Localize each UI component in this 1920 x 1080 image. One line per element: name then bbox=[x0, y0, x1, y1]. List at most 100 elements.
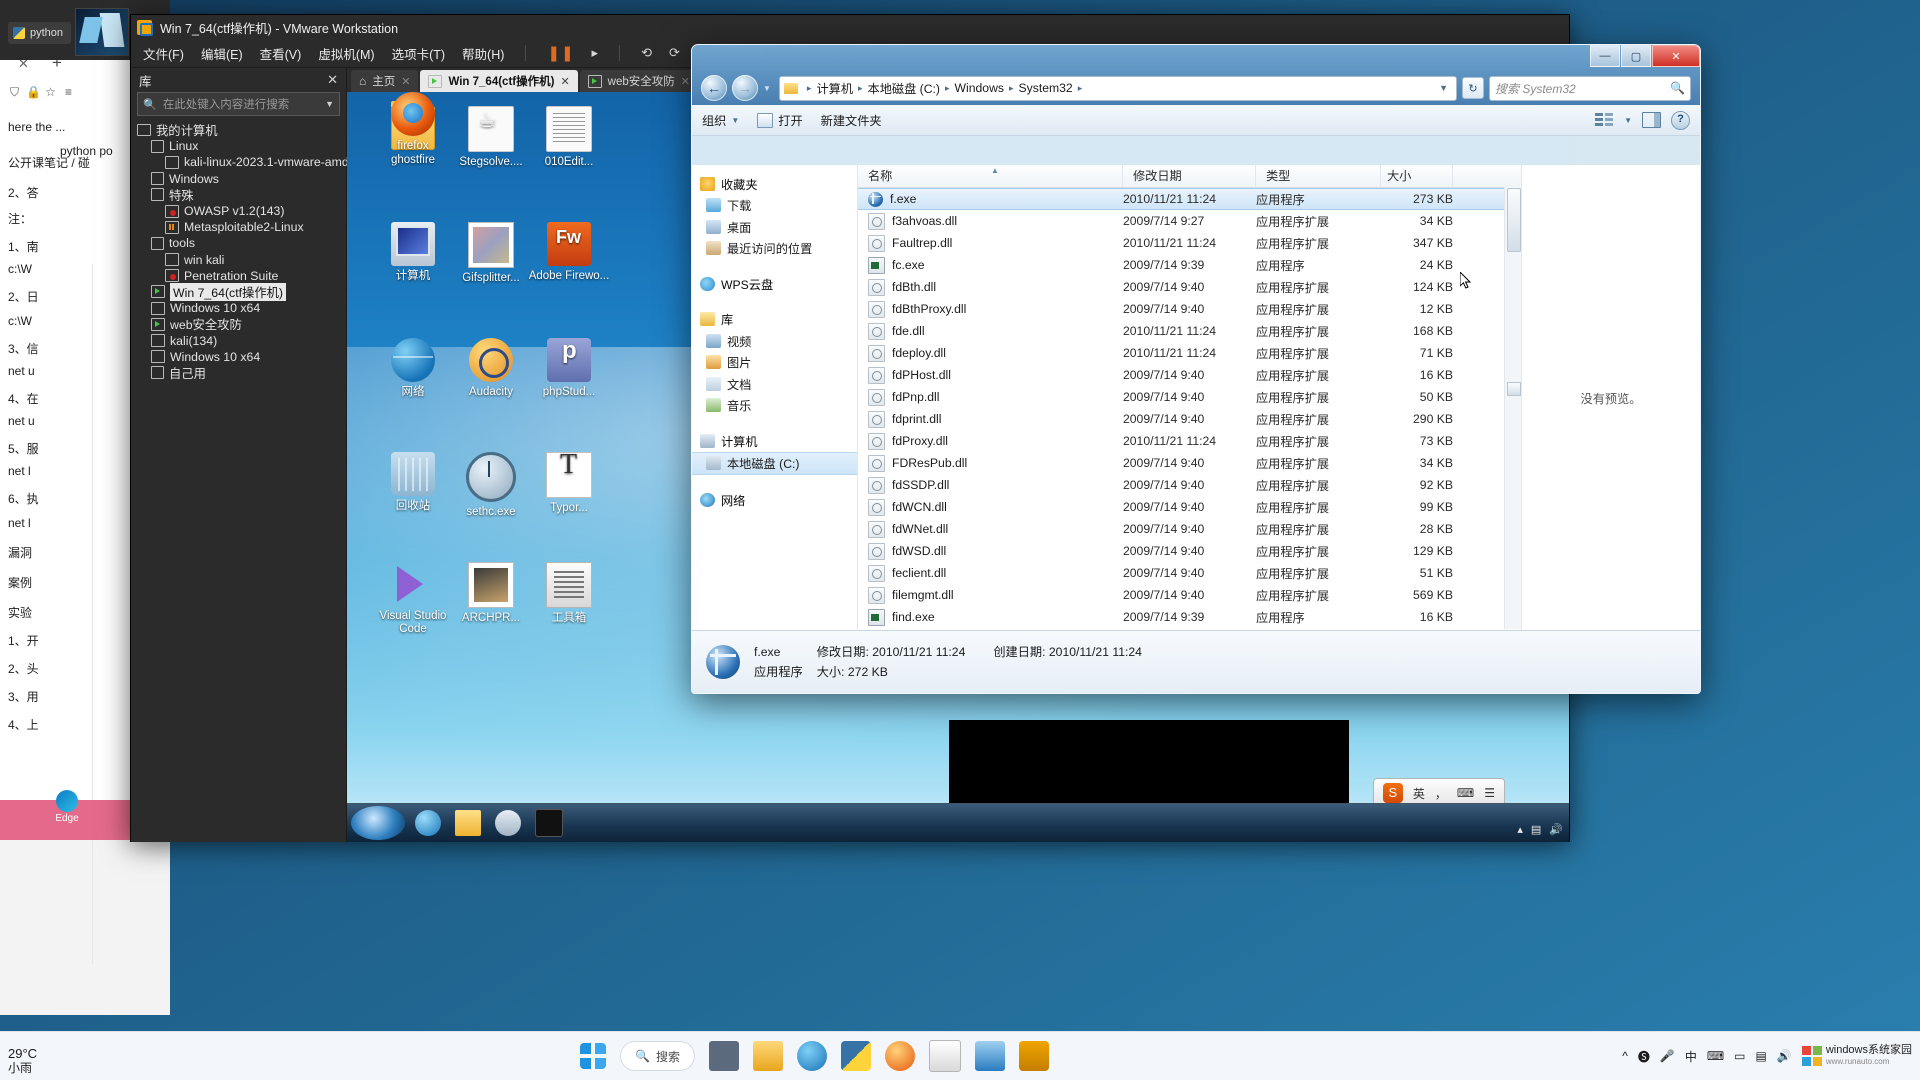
change-view-icon[interactable] bbox=[1595, 113, 1615, 127]
breadcrumb-item-computer[interactable]: 计算机 bbox=[816, 79, 853, 97]
python-taskbar-button[interactable]: python bbox=[8, 22, 72, 44]
menu-vm[interactable]: 虚拟机(M) bbox=[318, 44, 374, 63]
nav-pane-item[interactable]: 音乐 bbox=[692, 395, 857, 417]
new-folder-button[interactable]: 新建文件夹 bbox=[821, 111, 882, 129]
pause-icon[interactable]: ❚❚ bbox=[547, 44, 574, 62]
scrollbar-thumb[interactable] bbox=[1507, 188, 1521, 252]
python-icon[interactable] bbox=[840, 1041, 871, 1071]
scrollbar-grip[interactable] bbox=[1507, 382, 1521, 396]
help-icon[interactable]: ? bbox=[1671, 110, 1690, 130]
edge-shortcut[interactable]: Edge bbox=[52, 790, 82, 830]
nav-pane-item[interactable]: 本地磁盘 (C:) bbox=[692, 451, 857, 475]
preview-pane-icon[interactable] bbox=[1642, 112, 1661, 128]
menu-tabs[interactable]: 选项卡(T) bbox=[392, 44, 445, 63]
library-tree-item[interactable]: Windows bbox=[131, 160, 700, 187]
chevron-down-icon[interactable]: ▼ bbox=[325, 99, 334, 109]
nav-pane-item[interactable]: 库 bbox=[692, 309, 857, 331]
menu-view[interactable]: 查看(V) bbox=[260, 44, 302, 63]
library-tree-item[interactable]: web安全攻防 bbox=[131, 160, 700, 332]
column-header-type[interactable]: 类型 bbox=[1256, 165, 1381, 187]
edge-icon[interactable] bbox=[796, 1041, 827, 1071]
word-icon[interactable] bbox=[928, 1040, 961, 1072]
library-tree-item[interactable]: –Linux bbox=[131, 138, 702, 171]
nav-pane-item[interactable]: 文档 bbox=[692, 373, 857, 395]
library-tree-item[interactable]: 自己用 bbox=[131, 160, 700, 381]
ime-comma-icon[interactable]: ， bbox=[1435, 785, 1447, 802]
close-library-icon[interactable]: ✕ bbox=[327, 72, 338, 88]
network-tray-icon[interactable]: ▤ bbox=[1531, 823, 1541, 836]
start-button[interactable] bbox=[580, 1043, 606, 1069]
library-tree-item[interactable]: kali-linux-2023.1-vmware-amd bbox=[131, 154, 700, 170]
tray-keyboard-icon[interactable]: ⌨ bbox=[1707, 1049, 1724, 1063]
library-search-input[interactable]: 🔍 在此处键入内容进行搜索 ▼ bbox=[137, 92, 340, 116]
task-view-icon[interactable] bbox=[708, 1041, 739, 1071]
organize-button[interactable]: 组织 ▼ bbox=[702, 111, 739, 129]
close-button[interactable]: ✕ bbox=[1652, 45, 1700, 67]
library-tree-item[interactable]: Penetration Suite bbox=[131, 160, 700, 284]
library-tree-item[interactable]: kali(134) bbox=[131, 160, 700, 348]
recent-pages-icon[interactable]: ▼ bbox=[763, 84, 771, 93]
library-tree-item[interactable]: Metasploitable2-Linux bbox=[131, 160, 700, 235]
file-list-scrollbar[interactable] bbox=[1504, 187, 1521, 629]
library-tree-item[interactable]: Windows 10 x64 bbox=[131, 160, 700, 365]
maximize-button[interactable]: ▢ bbox=[1621, 45, 1651, 67]
nav-pane-item[interactable]: WPS云盘 bbox=[692, 273, 857, 295]
minimize-button[interactable]: — bbox=[1590, 45, 1620, 67]
nav-pane-item[interactable]: 桌面 bbox=[692, 216, 857, 238]
breadcrumb-item-drive[interactable]: 本地磁盘 (C:) bbox=[868, 79, 940, 97]
desktop-icon[interactable]: phpStud... bbox=[523, 338, 615, 399]
column-header-date[interactable]: 修改日期 bbox=[1123, 165, 1256, 187]
menu-edit[interactable]: 编辑(E) bbox=[201, 44, 243, 63]
tray-network-icon[interactable]: ▤ bbox=[1756, 1049, 1767, 1063]
weather-widget[interactable]: 29°C 小雨 bbox=[8, 1046, 37, 1076]
address-breadcrumb[interactable]: ▸ 计算机 ▸ 本地磁盘 (C:) ▸ Windows ▸ System32 ▸… bbox=[778, 75, 1457, 101]
tray-volume-icon[interactable]: 🔊 bbox=[1777, 1049, 1792, 1063]
ime-lang[interactable]: 英 bbox=[1413, 785, 1425, 802]
ime-menu-icon[interactable]: ☰ bbox=[1484, 786, 1495, 800]
play-icon[interactable]: ▸ bbox=[592, 45, 599, 61]
back-button[interactable]: ← bbox=[701, 75, 727, 101]
nav-pane-item[interactable]: 最近访问的位置 bbox=[692, 238, 857, 260]
search-box[interactable]: 🔍 搜索 bbox=[620, 1041, 695, 1071]
tray-battery-icon[interactable]: ▭ bbox=[1734, 1049, 1745, 1063]
terminal-icon[interactable] bbox=[535, 809, 563, 837]
nav-pane-item[interactable]: 收藏夹 bbox=[692, 173, 857, 195]
nav-pane-item[interactable]: 计算机 bbox=[692, 430, 857, 452]
refresh-button[interactable]: ↻ bbox=[1462, 77, 1484, 99]
library-tree-item[interactable]: –我的计算机 bbox=[131, 122, 702, 171]
desktop-icon[interactable]: firefox bbox=[367, 92, 459, 153]
open-button[interactable]: 打开 bbox=[757, 111, 803, 129]
column-header-size[interactable]: 大小 bbox=[1381, 165, 1453, 187]
vmware-tab[interactable]: Win 7_64(ctf操作机) ✕ bbox=[420, 70, 578, 92]
volume-tray-icon[interactable]: 🔊 bbox=[1549, 823, 1563, 836]
library-tree-item[interactable]: –特殊 bbox=[131, 160, 702, 203]
desktop-icon[interactable]: 010Edit... bbox=[523, 106, 615, 169]
desktop-icon[interactable]: 工具箱 bbox=[523, 562, 615, 625]
breadcrumb-item-system32[interactable]: System32 bbox=[1019, 81, 1073, 95]
vmware-tab[interactable]: ⌂ 主页 ✕ bbox=[351, 70, 419, 92]
desktop-icon[interactable]: Typor... bbox=[523, 452, 615, 515]
desktop-icon[interactable]: Adobe Firewo... bbox=[523, 222, 615, 283]
snapshot-manager-icon[interactable]: ⟳ bbox=[669, 45, 680, 61]
tray-expand-icon[interactable]: ^ bbox=[1622, 1049, 1628, 1063]
snapshot-icon[interactable]: ⟲ bbox=[641, 45, 652, 61]
ime-keyboard-icon[interactable]: ⌨ bbox=[1457, 786, 1474, 800]
close-icon[interactable]: ✕ bbox=[401, 75, 410, 88]
notepad-icon[interactable] bbox=[974, 1041, 1005, 1071]
menu-file[interactable]: 文件(F) bbox=[143, 44, 184, 63]
vmware-taskbar-icon[interactable] bbox=[1018, 1041, 1049, 1071]
nav-pane-item[interactable]: 下载 bbox=[692, 195, 857, 217]
close-icon[interactable]: ✕ bbox=[560, 75, 569, 88]
explorer-taskbar-icon[interactable] bbox=[455, 810, 481, 836]
internet-explorer-icon[interactable] bbox=[415, 810, 441, 836]
firefox-icon[interactable] bbox=[884, 1041, 915, 1071]
nav-pane-item[interactable]: 图片 bbox=[692, 352, 857, 374]
nav-pane-item[interactable]: 网络 bbox=[692, 489, 857, 511]
breadcrumb-item-windows[interactable]: Windows bbox=[955, 81, 1004, 95]
close-icon[interactable]: ✕ bbox=[681, 75, 690, 88]
library-tree-item[interactable]: Windows 10 x64 bbox=[131, 160, 700, 316]
menu-help[interactable]: 帮助(H) bbox=[462, 44, 504, 63]
vmware-tab[interactable]: web安全攻防 ✕ bbox=[579, 70, 698, 92]
library-tree-item[interactable]: –tools bbox=[131, 160, 702, 251]
tray-ime-lang[interactable]: 中 bbox=[1685, 1048, 1697, 1065]
